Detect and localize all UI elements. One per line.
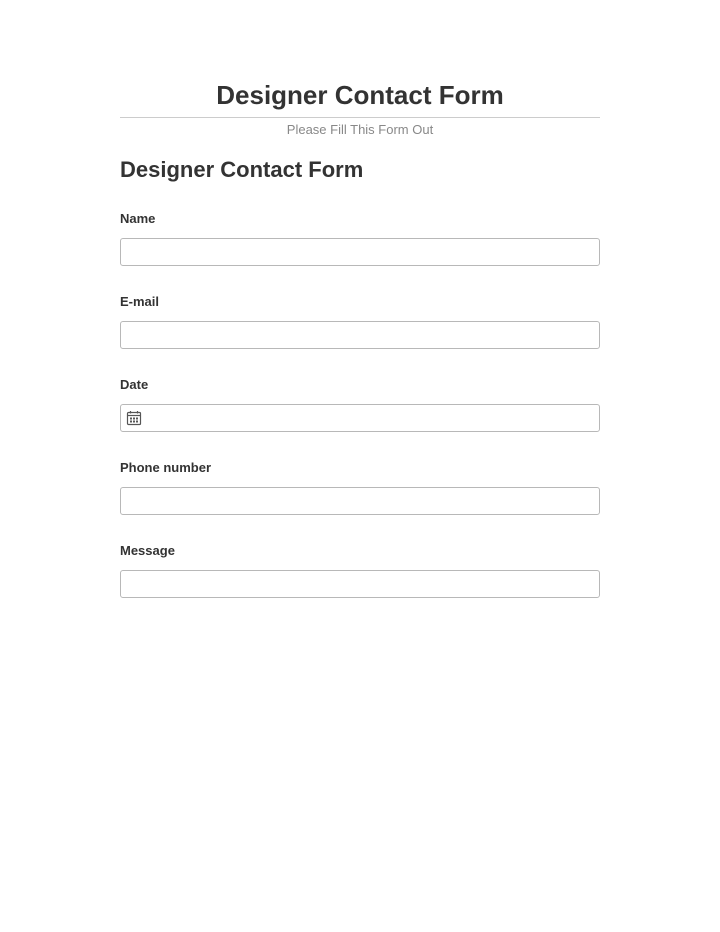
form-title: Designer Contact Form: [120, 157, 600, 183]
name-field-group: Name: [120, 211, 600, 266]
date-input-wrapper: [120, 404, 600, 432]
email-field-group: E-mail: [120, 294, 600, 349]
phone-field-group: Phone number: [120, 460, 600, 515]
message-label: Message: [120, 543, 600, 558]
phone-label: Phone number: [120, 460, 600, 475]
message-field-group: Message: [120, 543, 600, 598]
email-label: E-mail: [120, 294, 600, 309]
page-title: Designer Contact Form: [120, 80, 600, 111]
email-input[interactable]: [120, 321, 600, 349]
phone-input[interactable]: [120, 487, 600, 515]
name-input[interactable]: [120, 238, 600, 266]
date-field-group: Date: [120, 377, 600, 432]
name-label: Name: [120, 211, 600, 226]
page-subtitle: Please Fill This Form Out: [120, 122, 600, 137]
header-divider: [120, 117, 600, 118]
date-input[interactable]: [120, 404, 600, 432]
date-label: Date: [120, 377, 600, 392]
message-input[interactable]: [120, 570, 600, 598]
